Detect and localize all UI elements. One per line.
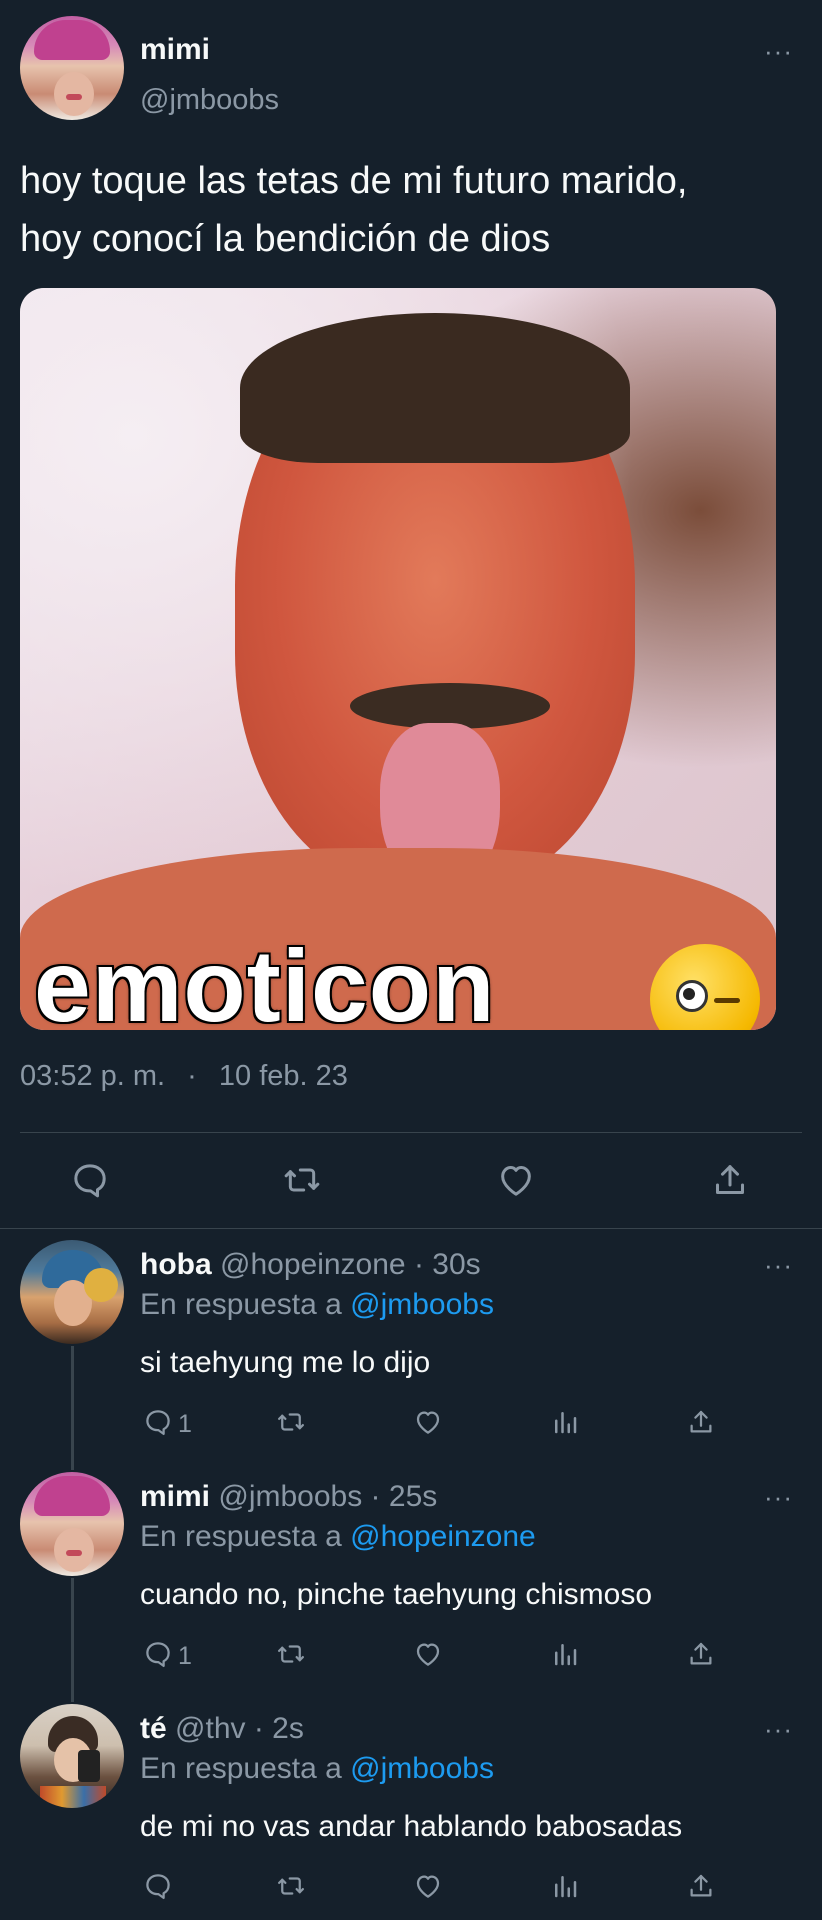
tweet-date: 10 feb. 23 bbox=[218, 1060, 348, 1092]
divider bbox=[0, 1228, 822, 1229]
tweet-text: hoy toque las tetas de mi futuro marido,… bbox=[20, 152, 687, 268]
reply-context: En respuesta a @hopeinzone bbox=[140, 1520, 536, 1554]
like-icon[interactable] bbox=[413, 1407, 443, 1437]
reply-context-label: En respuesta a bbox=[140, 1520, 342, 1553]
more-icon[interactable]: ··· bbox=[764, 1482, 793, 1513]
like-icon[interactable] bbox=[413, 1639, 443, 1669]
tweet-text-line: hoy toque las tetas de mi futuro marido, bbox=[20, 160, 688, 202]
reply-header: té @thv · 2s bbox=[140, 1712, 304, 1746]
more-icon[interactable]: ··· bbox=[764, 1714, 793, 1745]
reply-context: En respuesta a @jmboobs bbox=[140, 1288, 494, 1322]
media-caption: emoticon bbox=[34, 929, 496, 1030]
reply-icon[interactable] bbox=[143, 1639, 173, 1669]
views-icon[interactable] bbox=[550, 1639, 580, 1669]
share-icon[interactable] bbox=[686, 1407, 716, 1437]
views-icon[interactable] bbox=[550, 1871, 580, 1901]
reply-to-link[interactable]: @hopeinzone bbox=[350, 1520, 536, 1553]
reply-icon[interactable] bbox=[143, 1407, 173, 1437]
reply-avatar[interactable] bbox=[20, 1704, 124, 1808]
views-icon[interactable] bbox=[550, 1407, 580, 1437]
author-name[interactable]: mimi bbox=[140, 33, 210, 67]
reply-to-link[interactable]: @jmboobs bbox=[350, 1288, 494, 1321]
reply-handle[interactable]: @hopeinzone · 30s bbox=[220, 1248, 481, 1281]
reply-context: En respuesta a @jmboobs bbox=[140, 1752, 494, 1786]
retweet-icon[interactable] bbox=[276, 1639, 306, 1669]
like-icon[interactable] bbox=[413, 1871, 443, 1901]
like-icon[interactable] bbox=[496, 1160, 536, 1200]
more-icon[interactable]: ··· bbox=[764, 36, 793, 67]
reply-name[interactable]: té bbox=[140, 1712, 167, 1745]
reply-handle[interactable]: @thv · 2s bbox=[175, 1712, 304, 1745]
retweet-icon[interactable] bbox=[282, 1160, 322, 1200]
reply-header: mimi @jmboobs · 25s bbox=[140, 1480, 437, 1514]
share-icon[interactable] bbox=[686, 1639, 716, 1669]
reply-avatar[interactable] bbox=[20, 1472, 124, 1576]
reply-context-label: En respuesta a bbox=[140, 1288, 342, 1321]
retweet-icon[interactable] bbox=[276, 1407, 306, 1437]
tweet-time: 03:52 p. m. bbox=[20, 1060, 166, 1092]
divider bbox=[20, 1132, 802, 1133]
reply-count: 1 bbox=[178, 1642, 192, 1670]
reply-name[interactable]: mimi bbox=[140, 1480, 210, 1513]
reply-avatar[interactable] bbox=[20, 1240, 124, 1344]
tweet-media[interactable]: emoticon bbox=[20, 288, 776, 1030]
reply-header: hoba @hopeinzone · 30s bbox=[140, 1248, 481, 1282]
reply-icon[interactable] bbox=[143, 1871, 173, 1901]
tweet-timestamp[interactable]: 03:52 p. m. · 10 feb. 23 bbox=[20, 1060, 348, 1093]
share-icon[interactable] bbox=[710, 1160, 750, 1200]
reply-context-label: En respuesta a bbox=[140, 1752, 342, 1785]
media-hair bbox=[240, 313, 630, 463]
reply-text: cuando no, pinche taehyung chismoso bbox=[140, 1578, 653, 1611]
share-icon[interactable] bbox=[686, 1871, 716, 1901]
meta-separator: · bbox=[187, 1060, 197, 1092]
reply-text: de mi no vas andar hablando babosadas bbox=[140, 1810, 683, 1843]
author-avatar[interactable] bbox=[20, 16, 124, 120]
reply-name[interactable]: hoba bbox=[140, 1248, 212, 1281]
reply-count: 1 bbox=[178, 1410, 192, 1438]
tweet-text-line: hoy conocí la bendición de dios bbox=[20, 218, 551, 260]
thread-line bbox=[71, 1578, 74, 1702]
reply-icon[interactable] bbox=[70, 1160, 110, 1200]
reply-to-link[interactable]: @jmboobs bbox=[350, 1752, 494, 1785]
author-handle[interactable]: @jmboobs bbox=[140, 84, 279, 117]
reply-text: si taehyung me lo dijo bbox=[140, 1346, 431, 1379]
retweet-icon[interactable] bbox=[276, 1871, 306, 1901]
thread-line bbox=[71, 1346, 74, 1470]
reply-handle[interactable]: @jmboobs · 25s bbox=[218, 1480, 437, 1513]
more-icon[interactable]: ··· bbox=[764, 1250, 793, 1281]
